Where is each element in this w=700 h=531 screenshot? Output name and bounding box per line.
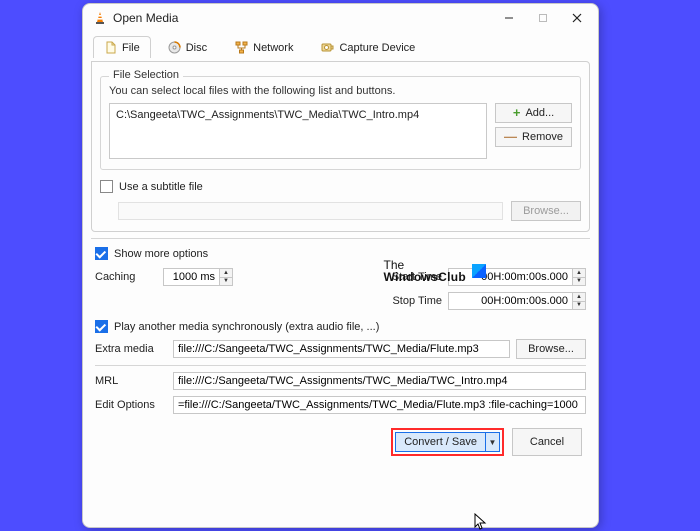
tab-capture-label: Capture Device [339,42,415,54]
mrl-row: MRL [95,372,586,390]
spinner-arrows-icon[interactable]: ▲▼ [572,268,586,286]
caching-spinner[interactable]: ▲▼ [163,268,233,286]
window-title: Open Media [113,11,492,25]
convert-save-label: Convert / Save [396,433,485,451]
file-selection-group: File Selection You can select local file… [100,76,581,170]
cancel-button[interactable]: Cancel [512,428,582,456]
remove-button[interactable]: — Remove [495,127,572,147]
options-panel: Show more options Caching ▲▼ Start Time [91,238,590,418]
remove-button-label: Remove [522,131,563,143]
watermark-logo-icon [472,264,486,278]
subtitle-path-field [118,202,503,220]
file-selection-legend: File Selection [109,69,183,81]
stop-time-field-wrap[interactable]: ▲▼ [448,292,586,310]
subtitle-browse-row: Browse... [100,201,581,221]
edit-options-row: Edit Options [95,396,586,414]
use-subtitle-label: Use a subtitle file [119,181,203,193]
stop-time-row: Stop Time ▲▼ [376,292,586,310]
open-media-window: Open Media File Disc Network Capture De [82,3,599,528]
show-more-checkbox[interactable] [95,247,108,260]
caching-label: Caching [95,271,157,283]
caching-row: Caching ▲▼ [95,268,366,286]
chevron-down-icon[interactable]: ▼ [485,433,499,451]
tab-network[interactable]: Network [224,36,304,58]
tab-file-label: File [122,42,140,54]
mrl-label: MRL [95,375,167,387]
convert-save-button[interactable]: Convert / Save ▼ [395,432,500,452]
show-more-label: Show more options [114,248,208,260]
capture-device-icon [321,41,334,54]
watermark-line2: WindowsClub [383,271,466,283]
highlight-box: Convert / Save ▼ [391,428,504,456]
file-selection-hint: You can select local files with the foll… [109,85,572,97]
add-button[interactable]: + Add... [495,103,572,123]
plus-icon: + [513,108,521,118]
tab-network-label: Network [253,42,293,54]
sync-label: Play another media synchronously (extra … [114,321,379,333]
minimize-button[interactable] [492,6,526,30]
window-controls [492,6,594,30]
mrl-field[interactable] [173,372,586,390]
sync-row: Play another media synchronously (extra … [95,320,586,333]
use-subtitle-row: Use a subtitle file [100,180,581,193]
tab-disc-label: Disc [186,42,207,54]
edit-options-label: Edit Options [95,399,167,411]
extra-media-browse-label: Browse... [528,343,574,355]
spinner-arrows-icon[interactable]: ▲▼ [219,268,233,286]
dialog-footer: Convert / Save ▼ Cancel [91,422,590,464]
disc-icon [168,41,181,54]
show-more-row: Show more options [95,247,586,260]
extra-media-field[interactable] [173,340,510,358]
vlc-icon [93,11,107,25]
file-list-item[interactable]: C:\Sangeeta\TWC_Assignments\TWC_Media\TW… [116,108,480,122]
minus-icon: — [504,133,517,141]
file-icon [104,41,117,54]
sync-checkbox[interactable] [95,320,108,333]
titlebar: Open Media [83,4,598,32]
edit-options-field[interactable] [173,396,586,414]
network-icon [235,41,248,54]
cancel-label: Cancel [530,436,564,448]
close-button[interactable] [560,6,594,30]
use-subtitle-checkbox[interactable] [100,180,113,193]
extra-media-row: Extra media Browse... [95,339,586,359]
content: File Disc Network Capture Device File Se… [83,32,598,527]
watermark: The WindowsClub [383,259,486,283]
subtitle-browse-button: Browse... [511,201,581,221]
tabs: File Disc Network Capture Device [91,36,590,58]
tab-pane: File Selection You can select local file… [91,61,590,232]
maximize-button[interactable] [526,6,560,30]
stop-time-field[interactable] [448,292,572,310]
file-list[interactable]: C:\Sangeeta\TWC_Assignments\TWC_Media\TW… [109,103,487,159]
subtitle-browse-label: Browse... [523,205,569,217]
extra-media-browse-button[interactable]: Browse... [516,339,586,359]
tab-capture-device[interactable]: Capture Device [310,36,426,58]
stop-time-label: Stop Time [392,295,442,307]
add-button-label: Add... [525,107,554,119]
extra-media-label: Extra media [95,343,167,355]
spinner-arrows-icon[interactable]: ▲▼ [572,292,586,310]
tab-disc[interactable]: Disc [157,36,218,58]
caching-field[interactable] [163,268,219,286]
tab-file[interactable]: File [93,36,151,58]
